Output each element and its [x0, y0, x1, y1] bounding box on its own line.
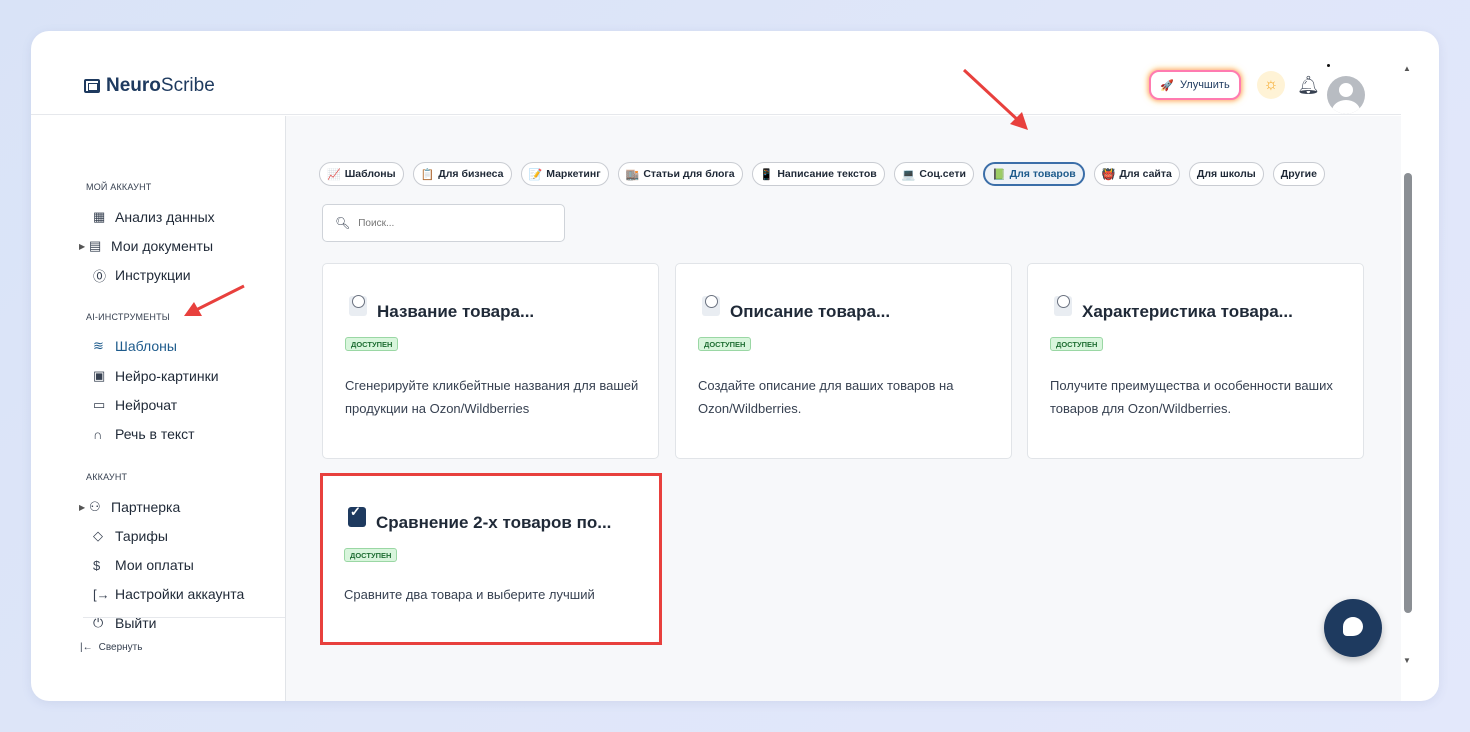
headphones-icon: ∩	[93, 426, 103, 442]
card-title: Описание товара...	[730, 302, 891, 321]
scroll-down-icon[interactable]: ▼	[1403, 656, 1411, 665]
notification-dot	[1327, 64, 1330, 67]
sidebar-item-logout[interactable]: ⏻ Выйти	[83, 612, 156, 634]
help-circle-icon: ⓪	[93, 268, 107, 284]
upgrade-label: Улучшить	[1180, 79, 1230, 91]
sidebar-item-neurochat[interactable]: ▭ Нейрочат	[83, 394, 177, 416]
card-description: Сгенерируйте кликбейтные названия для ва…	[345, 378, 639, 416]
document-icon: ▤	[89, 238, 102, 253]
chip-business[interactable]: 📋 Для бизнеса	[412, 162, 512, 186]
grid-icon: ▦	[93, 209, 106, 224]
status-badge: ДОСТУПЕН	[698, 337, 752, 351]
template-card[interactable]: Название товара... ДОСТУПЕН Сгенерируйте…	[322, 263, 659, 459]
chip-other[interactable]: Другие	[1272, 162, 1325, 186]
card-icon	[349, 295, 367, 316]
sidebar-item-account-settings[interactable]: [→ Настройки аккаунта	[83, 583, 244, 605]
image-icon: ▣	[93, 368, 106, 383]
collapse-button[interactable]: |← Свернуть	[80, 642, 142, 653]
dollar-icon: $	[93, 557, 101, 573]
layers-icon: ≋	[93, 338, 104, 353]
rocket-icon: 🚀	[1160, 79, 1175, 92]
chip-school[interactable]: Для школы	[1188, 162, 1264, 186]
category-chips: 📈 Шаблоны 📋 Для бизнеса 📝 Маркетинг 🏬 Статьи…	[319, 162, 1325, 186]
chip-website[interactable]: 👹 Для сайта	[1093, 162, 1180, 186]
sidebar-item-templates[interactable]: ≋ Шаблоны	[83, 335, 177, 357]
section-ai-tools: AI-ИНСТРУМЕНТЫ	[86, 312, 170, 322]
card-icon	[702, 295, 720, 316]
search-input[interactable]	[358, 217, 539, 229]
laptop-icon: 💻	[901, 168, 916, 181]
chart-icon: 📈	[327, 168, 341, 181]
sidebar-item-instructions[interactable]: ⓪ Инструкции	[83, 264, 191, 286]
chat-widget-button[interactable]	[1324, 599, 1382, 657]
chip-products[interactable]: 📗 Для товаров	[982, 162, 1085, 186]
sidebar-item-tariffs[interactable]: ◇ Тарифы	[83, 525, 168, 547]
section-my-account: МОЙ АККАУНТ	[86, 182, 152, 192]
chip-text-writing[interactable]: 📱 Написание текстов	[751, 162, 885, 186]
highlight-box	[320, 473, 662, 645]
memo-icon: 📝	[528, 168, 543, 181]
theme-toggle-sun-icon[interactable]: ☼	[1257, 71, 1285, 99]
book-icon: 📗	[991, 168, 1006, 181]
sidebar-item-partner[interactable]: ▶ ⚇ Партнерка	[79, 496, 180, 518]
caret-right-icon[interactable]: ▶	[79, 242, 89, 251]
tag-icon: ◇	[93, 528, 103, 543]
status-badge: ДОСТУПЕН	[345, 337, 399, 351]
sidebar-item-neuro-images[interactable]: ▣ Нейро-картинки	[83, 365, 219, 387]
bell-icon[interactable]: 🔔︎	[1297, 75, 1320, 96]
logo-text: NeuroScribe	[106, 75, 215, 96]
sidebar-divider	[83, 617, 285, 618]
store-icon: 🏬	[625, 168, 640, 181]
sidebar-item-data-analysis[interactable]: ▦ Анализ данных	[83, 206, 215, 228]
clipboard-icon: 📋	[420, 168, 435, 181]
scroll-up-icon[interactable]: ▲	[1403, 64, 1411, 73]
sidebar-item-my-documents[interactable]: ▶ ▤ Мои документы	[79, 235, 213, 257]
chat-icon: ▭	[93, 397, 106, 412]
sidebar: МОЙ АККАУНТ ▦ Анализ данных ▶ ▤ Мои доку…	[31, 116, 285, 701]
chip-social[interactable]: 💻 Соц.сети	[893, 162, 974, 186]
logo[interactable]: NeuroScribe	[84, 75, 215, 97]
section-account: АККАУНТ	[86, 472, 128, 482]
main-content: 📈 Шаблоны 📋 Для бизнеса 📝 Маркетинг 🏬 Статьи…	[285, 116, 1401, 701]
card-description: Получите преимущества и особенности ваши…	[1050, 378, 1333, 416]
caret-right-icon[interactable]: ▶	[79, 503, 89, 512]
collapse-arrow-icon: |←	[80, 642, 93, 653]
chip-blog-articles[interactable]: 🏬 Статьи для блога	[617, 162, 743, 186]
top-header: NeuroScribe 🚀 Улучшить ☼ 🔔︎	[31, 31, 1401, 115]
app-window: NeuroScribe 🚀 Улучшить ☼ 🔔︎ МОЙ АККАУНТ …	[31, 31, 1439, 701]
avatar[interactable]	[1327, 76, 1365, 114]
mask-icon: 👹	[1101, 168, 1116, 181]
chip-marketing[interactable]: 📝 Маркетинг	[520, 162, 609, 186]
card-icon	[1054, 295, 1072, 316]
scrollbar-thumb[interactable]	[1404, 173, 1412, 613]
phone-icon: 📱	[759, 168, 774, 181]
login-icon: [→	[93, 586, 110, 602]
upgrade-button[interactable]: 🚀 Улучшить	[1149, 70, 1241, 100]
card-description: Создайте описание для ваших товаров на O…	[698, 378, 954, 416]
sidebar-item-payments[interactable]: $ Мои оплаты	[83, 554, 194, 576]
users-icon: ⚇	[89, 499, 101, 514]
template-card[interactable]: Характеристика товара... ДОСТУПЕН Получи…	[1027, 263, 1364, 459]
sidebar-item-speech-to-text[interactable]: ∩ Речь в текст	[83, 423, 195, 445]
chip-templates[interactable]: 📈 Шаблоны	[319, 162, 404, 186]
search-icon: 🔍︎	[335, 216, 351, 230]
card-title: Название товара...	[377, 302, 535, 321]
search-box: 🔍︎	[322, 204, 565, 242]
card-title: Характеристика товара...	[1082, 302, 1293, 321]
template-card[interactable]: Описание товара... ДОСТУПЕН Создайте опи…	[675, 263, 1012, 459]
chat-bubble-icon	[1343, 617, 1363, 636]
status-badge: ДОСТУПЕН	[1050, 337, 1104, 351]
logo-icon	[84, 79, 100, 93]
